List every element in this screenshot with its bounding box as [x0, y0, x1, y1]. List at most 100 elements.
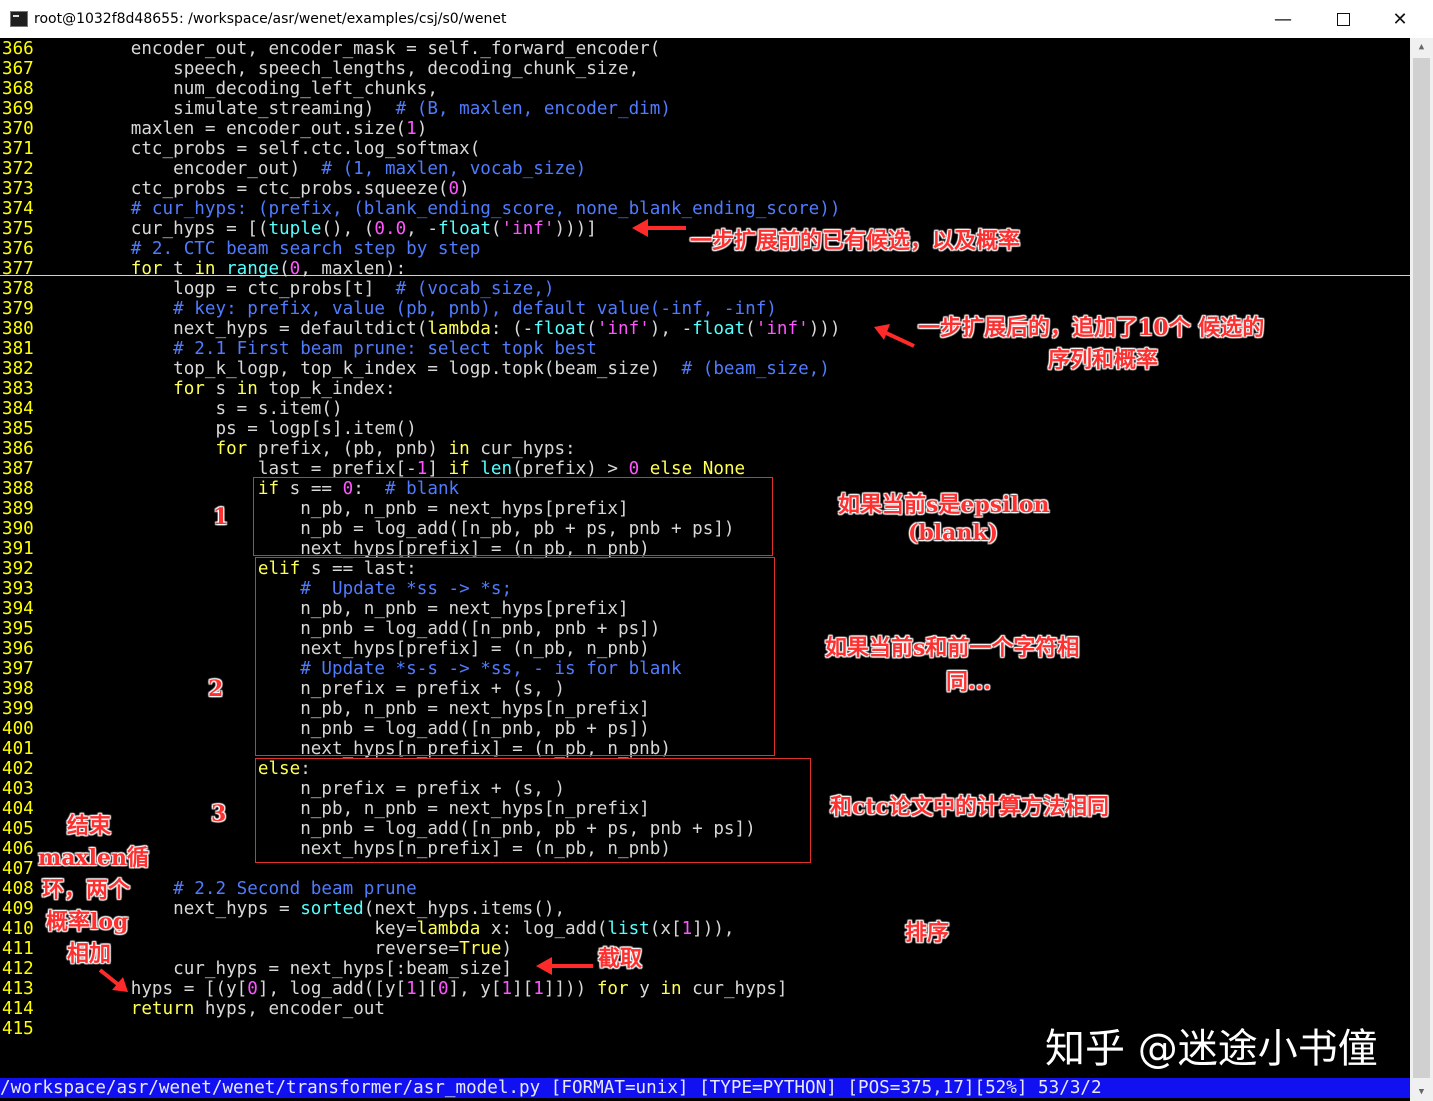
annotation-end-3: 环，两个: [42, 877, 131, 903]
annotation-else: 和ctc论文中的计算方法相同: [830, 794, 1109, 820]
line-number: 383: [2, 379, 34, 399]
arrow-380: [874, 324, 915, 348]
line-number: 397: [2, 659, 34, 679]
line-number: 373: [2, 179, 34, 199]
maximize-button[interactable]: [1320, 0, 1366, 38]
line-number: 408: [2, 879, 34, 899]
code-text: speech, speech_lengths, decoding_chunk_s…: [46, 59, 640, 79]
line-number: 380: [2, 319, 34, 339]
line-number: 371: [2, 139, 34, 159]
code-text: hyps = [(y[0], log_add([y[1][0], y[1][1]…: [46, 979, 788, 999]
case-marker-2: 2: [208, 676, 224, 702]
line-number: 391: [2, 539, 34, 559]
line-number: 403: [2, 779, 34, 799]
annotation-end-2: maxlen循: [38, 845, 149, 871]
case-marker-1: 1: [213, 504, 229, 530]
line-number: 395: [2, 619, 34, 639]
minimize-button[interactable]: —: [1260, 0, 1306, 38]
arrow-412: [536, 957, 593, 975]
line-number: 384: [2, 399, 34, 419]
line-number: 394: [2, 599, 34, 619]
line-number: 409: [2, 899, 34, 919]
line-number: 400: [2, 719, 34, 739]
arrow-413: [98, 968, 128, 992]
scroll-up-icon[interactable]: ▲: [1410, 38, 1433, 56]
code-text: for t in range(0, maxlen):: [130, 259, 407, 279]
code-text: num_decoding_left_chunks,: [46, 79, 438, 99]
line-number: 411: [2, 939, 34, 959]
scrollbar[interactable]: ▲ ▼: [1410, 38, 1433, 1101]
code-text: simulate_streaming) # (B, maxlen, encode…: [46, 99, 671, 119]
close-button[interactable]: ✕: [1377, 0, 1423, 38]
code-text: key=lambda x: log_add(list(x[1])),: [46, 919, 735, 939]
line-number: 368: [2, 79, 34, 99]
line-number: 388: [2, 479, 34, 499]
code-text: for prefix, (pb, pnb) in cur_hyps:: [215, 439, 576, 459]
annotation-end-1: 结束: [67, 813, 112, 839]
scroll-down-icon[interactable]: ▼: [1410, 1083, 1433, 1101]
line-number: 401: [2, 739, 34, 759]
line-number: 366: [2, 39, 34, 59]
code-text: ctc_probs = self.ctc.log_softmax(: [46, 139, 481, 159]
line-number: 367: [2, 59, 34, 79]
blank-case-box: [253, 477, 773, 556]
line-number: 405: [2, 819, 34, 839]
line-number: 390: [2, 519, 34, 539]
code-text: cur_hyps = [(tuple(), (0.0, -float('inf'…: [46, 219, 597, 239]
annotation-end-5: 相加: [67, 941, 112, 967]
annotation-after-expand-2: 序列和概率: [1048, 347, 1159, 373]
code-text: maxlen = encoder_out.size(1): [46, 119, 428, 139]
annotation-sort: 排序: [905, 920, 950, 946]
annotation-repeat-2: 同...: [946, 669, 991, 695]
line-number: 404: [2, 799, 34, 819]
line-number: 375: [2, 219, 34, 239]
line-number: 413: [2, 979, 34, 999]
line-number: 376: [2, 239, 34, 259]
code-text: s = s.item(): [46, 399, 343, 419]
repeat-case-box: [255, 557, 775, 756]
code-text: # 2. CTC beam search step by step: [130, 239, 481, 259]
line-number: 379: [2, 299, 34, 319]
line-number: 410: [2, 919, 34, 939]
terminal-icon: [10, 11, 28, 27]
line-number: 370: [2, 119, 34, 139]
line-number: 377: [2, 259, 34, 279]
window-title: root@1032f8d48655: /workspace/asr/wenet/…: [34, 11, 507, 27]
line-number: 402: [2, 759, 34, 779]
annotation-blank-2: (blank): [908, 520, 999, 546]
case-marker-3: 3: [211, 801, 227, 827]
line-number: 378: [2, 279, 34, 299]
annotation-blank-1: 如果当前s是epsilon: [838, 492, 1050, 518]
maximize-icon: [1336, 12, 1350, 26]
line-number: 372: [2, 159, 34, 179]
code-text: encoder_out) # (1, maxlen, vocab_size): [46, 159, 587, 179]
line-number: 381: [2, 339, 34, 359]
code-text: # 2.1 First beam prune: select topk best: [173, 339, 597, 359]
code-text: logp = ctc_probs[t] # (vocab_size,): [46, 279, 555, 299]
annotation-after-expand-1: 一步扩展后的，追加了10个 候选的: [918, 315, 1265, 341]
annotation-before-expand: 一步扩展前的已有候选，以及概率: [690, 228, 1021, 254]
annotation-repeat-1: 如果当前s和前一个字符相: [825, 635, 1080, 661]
line-number: 392: [2, 559, 34, 579]
line-number: 389: [2, 499, 34, 519]
line-number: 412: [2, 959, 34, 979]
vim-status-line: /workspace/asr/wenet/wenet/transformer/a…: [0, 1078, 1410, 1098]
code-text: return hyps, encoder_out: [130, 999, 385, 1019]
line-number: 386: [2, 439, 34, 459]
line-number: 382: [2, 359, 34, 379]
line-number: 393: [2, 579, 34, 599]
line-number: 406: [2, 839, 34, 859]
line-number: 415: [2, 1019, 34, 1039]
scrollbar-thumb[interactable]: [1413, 58, 1430, 1078]
line-number: 396: [2, 639, 34, 659]
line-number: 398: [2, 679, 34, 699]
line-number: 387: [2, 459, 34, 479]
else-case-box: [255, 758, 811, 863]
code-text: last = prefix[-1] if len(prefix) > 0 els…: [46, 459, 746, 479]
arrow-375: [632, 219, 686, 237]
code-text: reverse=True): [46, 939, 513, 959]
code-text: ps = logp[s].item(): [46, 419, 417, 439]
title-bar: root@1032f8d48655: /workspace/asr/wenet/…: [0, 0, 1433, 39]
zhihu-watermark: 知乎 @迷途小书僮: [1045, 1026, 1378, 1072]
code-text: top_k_logp, top_k_index = logp.topk(beam…: [46, 359, 830, 379]
